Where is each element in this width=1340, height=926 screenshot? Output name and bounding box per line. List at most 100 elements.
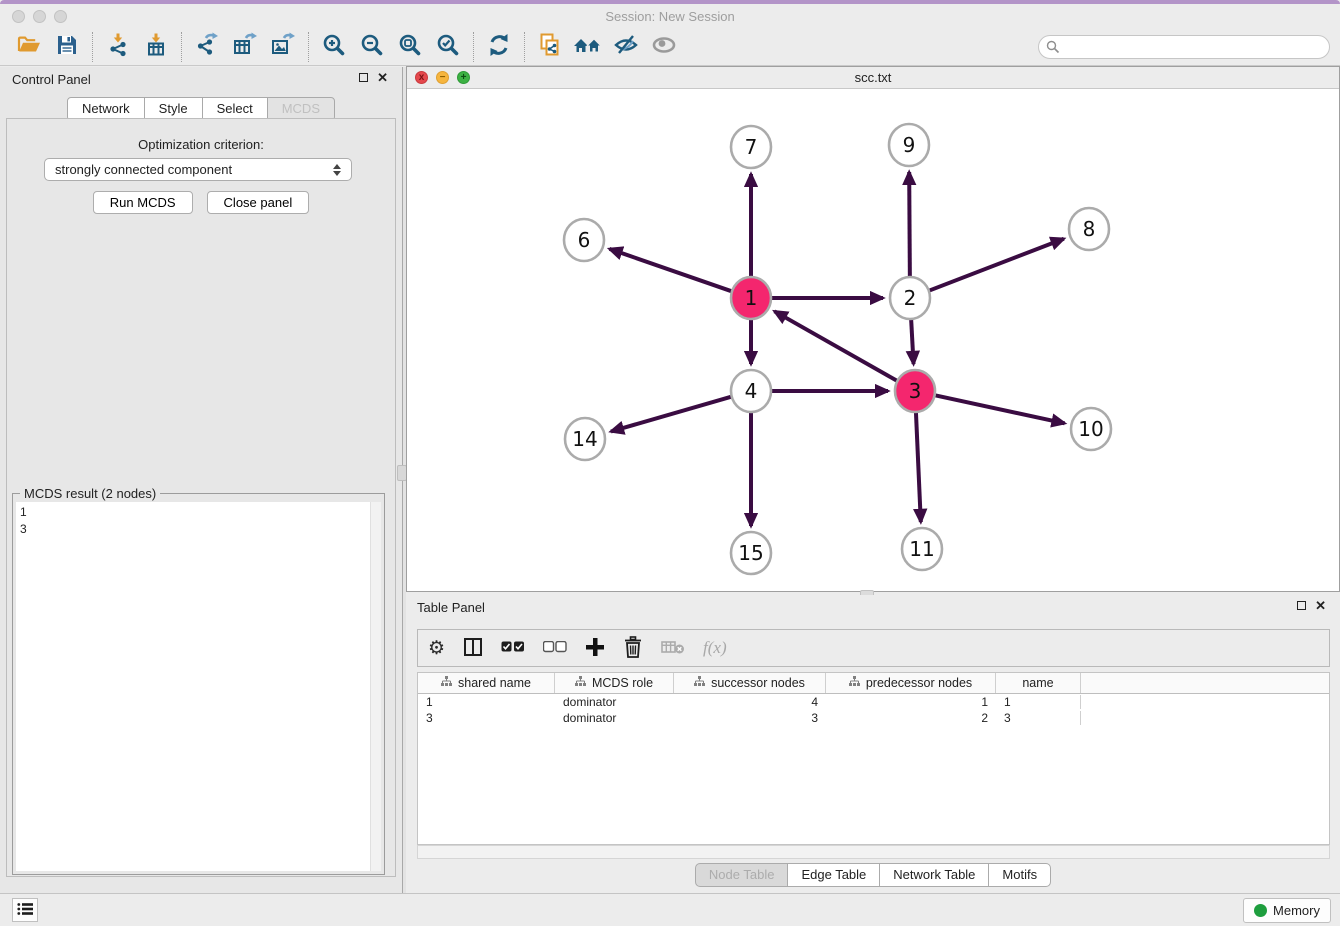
delete-table-icon[interactable] (661, 639, 685, 658)
toggle-panel-columns-icon[interactable] (463, 637, 483, 660)
table-row[interactable]: 1 dominator 4 1 1 (418, 694, 1329, 710)
run-mcds-button[interactable]: Run MCDS (93, 191, 193, 214)
list-icon (17, 902, 33, 919)
show-log-button[interactable] (12, 898, 38, 922)
column-header-shared-name[interactable]: shared name (418, 673, 555, 693)
export-network-button[interactable] (188, 31, 226, 63)
graph-node-label-1: 1 (745, 286, 758, 310)
open-session-button[interactable] (10, 31, 48, 63)
zoom-out-icon (359, 32, 385, 61)
open-folder-icon (16, 32, 42, 61)
show-all-networks-button[interactable] (569, 31, 607, 63)
graph-node-label-11: 11 (909, 537, 934, 561)
graph-node-label-3: 3 (909, 379, 922, 403)
deselect-all-checkboxes-icon[interactable] (543, 641, 567, 656)
show-graphics-details-button[interactable] (645, 31, 683, 63)
window-title: Session: New Session (0, 9, 1340, 24)
graph-node-label-2: 2 (904, 286, 917, 310)
zoom-in-button[interactable] (315, 31, 353, 63)
export-table-icon (232, 32, 258, 61)
graph-edge-2-8[interactable] (929, 239, 1064, 291)
close-panel-button[interactable]: Close panel (207, 191, 310, 214)
float-panel-icon[interactable] (359, 73, 368, 82)
close-table-panel-icon[interactable]: ✕ (1315, 601, 1326, 610)
mcds-result-title: MCDS result (2 nodes) (20, 486, 160, 501)
column-header-name[interactable]: name (996, 673, 1081, 693)
search-icon (1046, 40, 1060, 57)
import-network-button[interactable] (99, 31, 137, 63)
criterion-selected-value: strongly connected component (55, 162, 232, 177)
save-session-button[interactable] (48, 31, 86, 63)
zoom-fit-button[interactable] (391, 31, 429, 63)
hide-selected-button[interactable] (607, 31, 645, 63)
column-header-predecessor-nodes[interactable]: predecessor nodes (826, 673, 996, 693)
houses-icon (573, 32, 603, 61)
column-header-successor-nodes[interactable]: successor nodes (674, 673, 826, 693)
cell-predecessor-nodes: 1 (826, 695, 996, 709)
tab-node-table[interactable]: Node Table (695, 863, 789, 887)
duplicate-network-icon (537, 32, 563, 61)
graph-edge-3-10[interactable] (935, 395, 1065, 423)
zoom-selected-icon (435, 32, 461, 61)
refresh-view-button[interactable] (480, 31, 518, 63)
float-table-panel-icon[interactable] (1297, 601, 1306, 610)
export-image-icon (270, 32, 296, 61)
status-bar: Memory (0, 893, 1340, 926)
zoom-fit-icon (397, 32, 423, 61)
add-column-icon[interactable] (585, 637, 605, 660)
graph-edge-3-11[interactable] (916, 411, 921, 522)
mcds-result-text[interactable]: 1 3 (16, 502, 370, 871)
network-view-window: scc.txt x − + 7968124314101511 (406, 66, 1340, 592)
export-network-icon (194, 32, 220, 61)
tree-icon (849, 676, 860, 690)
graph-node-label-8: 8 (1083, 217, 1096, 241)
main-toolbar (0, 28, 1340, 66)
cell-shared-name: 3 (418, 711, 555, 725)
save-floppy-icon (54, 32, 80, 61)
refresh-icon (486, 32, 512, 61)
graph-edge-4-14[interactable] (611, 397, 732, 432)
cell-predecessor-nodes: 2 (826, 711, 996, 725)
graph-edge-2-3[interactable] (911, 318, 913, 364)
import-table-button[interactable] (137, 31, 175, 63)
delete-column-trash-icon[interactable] (623, 636, 643, 661)
table-settings-gear-icon[interactable]: ⚙ (428, 637, 445, 660)
application-window: Session: New Session (0, 0, 1340, 926)
export-image-button[interactable] (264, 31, 302, 63)
graph-node-label-10: 10 (1078, 417, 1103, 441)
titlebar: Session: New Session (0, 4, 1340, 28)
zoom-selected-button[interactable] (429, 31, 467, 63)
column-header-mcds-role[interactable]: MCDS role (555, 673, 674, 693)
result-scrollbar[interactable] (370, 502, 381, 871)
cell-mcds-role: dominator (555, 695, 674, 709)
table-panel-title: Table Panel (417, 600, 485, 615)
select-all-checkboxes-icon[interactable] (501, 641, 525, 656)
network-canvas[interactable]: 7968124314101511 (407, 89, 1339, 591)
result-line: 3 (20, 521, 366, 538)
close-panel-icon[interactable]: ✕ (377, 73, 388, 82)
tab-network-table[interactable]: Network Table (879, 863, 989, 887)
graph-node-label-6: 6 (578, 228, 591, 252)
zoom-out-button[interactable] (353, 31, 391, 63)
graph-edge-3-1[interactable] (774, 311, 897, 381)
table-horizontal-scrollbar[interactable] (417, 845, 1330, 859)
tab-motifs[interactable]: Motifs (988, 863, 1051, 887)
graph-node-label-15: 15 (738, 541, 763, 565)
search-input[interactable] (1038, 35, 1330, 59)
duplicate-network-button[interactable] (531, 31, 569, 63)
toolbar-separator (181, 32, 182, 62)
network-window-title: scc.txt (407, 70, 1339, 85)
tab-edge-table[interactable]: Edge Table (787, 863, 880, 887)
graph-edge-1-6[interactable] (610, 249, 733, 292)
export-table-button[interactable] (226, 31, 264, 63)
mcds-result-box: MCDS result (2 nodes) 1 3 (12, 493, 385, 875)
function-builder-icon[interactable]: f(x) (703, 638, 727, 658)
graph-node-label-7: 7 (745, 135, 758, 159)
table-panel: Table Panel ✕ ⚙ f(x) shared name MCDS ro… (406, 595, 1340, 893)
criterion-dropdown[interactable]: strongly connected component (44, 158, 352, 181)
table-row[interactable]: 3 dominator 3 2 3 (418, 710, 1329, 726)
graph-edge-2-9[interactable] (909, 172, 910, 278)
eye-slash-icon (613, 32, 639, 61)
cell-mcds-role: dominator (555, 711, 674, 725)
memory-button[interactable]: Memory (1243, 898, 1331, 923)
